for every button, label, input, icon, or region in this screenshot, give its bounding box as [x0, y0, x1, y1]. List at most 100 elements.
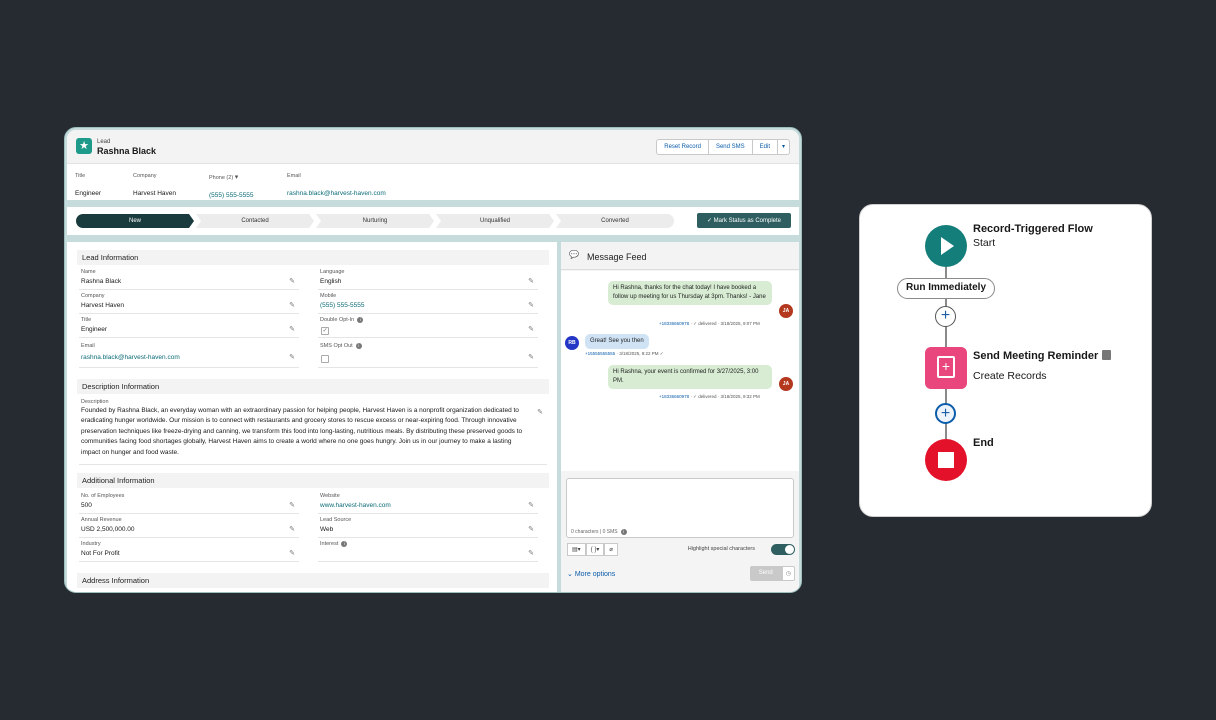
trigger-subtitle: Start — [973, 237, 996, 249]
record-header: ★ Lead Rashna Black Reset Record Send SM… — [67, 130, 799, 200]
description-icon[interactable] — [1102, 350, 1112, 360]
character-counter: 0 characters | 0 SMS i — [571, 529, 627, 535]
header-actions: Reset Record Send SMS Edit ▾ — [656, 139, 790, 155]
message-list[interactable]: Hi Rashna, thanks for the chat today! I … — [561, 271, 799, 471]
message-meta: +18336660978 · ✓ delivered · 3/18/2025, … — [659, 394, 760, 400]
field-lead-source: Lead Source Web ✎ — [318, 516, 538, 538]
field-value: USD 2,500,000.00 — [81, 526, 135, 533]
pencil-icon[interactable]: ✎ — [289, 353, 295, 361]
start-play-icon[interactable] — [925, 225, 967, 267]
section-lead-information[interactable]: Lead Information — [77, 250, 549, 265]
pencil-icon[interactable]: ✎ — [289, 525, 295, 533]
schedule-clock-icon[interactable]: ◷ — [781, 566, 795, 581]
pencil-icon[interactable]: ✎ — [528, 353, 534, 361]
add-element-icon[interactable]: + — [935, 306, 956, 327]
pencil-icon[interactable]: ✎ — [289, 277, 295, 285]
pencil-icon[interactable]: ✎ — [528, 549, 534, 557]
field-mobile: Mobile (555) 555-5555 ✎ — [318, 292, 538, 314]
path-step-converted[interactable]: Converted — [556, 214, 674, 228]
merge-field-glyph: { } — [590, 547, 597, 553]
field-value: Rashna Black — [81, 278, 122, 285]
mobile-link[interactable]: (555) 555-5555 — [320, 302, 364, 309]
message-bubble-incoming: Great! See you then — [585, 334, 649, 349]
field-label: Double Opt-In — [320, 317, 355, 323]
trigger-title: Record-Triggered Flow — [973, 223, 1093, 235]
status-path: New Contacted Nurturing Unqualified Conv… — [67, 207, 799, 235]
email-link[interactable]: rashna.black@harvest-haven.com — [287, 190, 386, 197]
end-stop-icon[interactable] — [925, 439, 967, 481]
sms-opt-out-checkbox[interactable] — [321, 355, 329, 363]
action-subtitle: Create Records — [973, 370, 1047, 382]
check-icon: ✓ — [706, 218, 712, 224]
pencil-icon[interactable]: ✎ — [528, 277, 534, 285]
flow-builder-card: Record-Triggered Flow Start Run Immediat… — [859, 204, 1152, 517]
send-button[interactable]: Send — [749, 566, 782, 581]
message-compose-input[interactable]: 0 characters | 0 SMS i — [566, 478, 794, 538]
path-step-unqualified[interactable]: Unqualified — [436, 214, 554, 228]
info-icon[interactable]: i — [620, 529, 627, 535]
send-sms-button[interactable]: Send SMS — [709, 140, 753, 154]
pencil-icon[interactable]: ✎ — [289, 301, 295, 309]
highlight-toggle[interactable] — [771, 544, 795, 555]
mark-complete-button[interactable]: ✓ Mark Status as Complete — [696, 213, 791, 228]
path-step-contacted[interactable]: Contacted — [196, 214, 314, 228]
field-label: Lead Source — [320, 517, 352, 523]
website-link[interactable]: www.harvest-haven.com — [320, 502, 391, 509]
email-link[interactable]: rashna.black@harvest-haven.com — [81, 354, 180, 361]
field-label: Title — [75, 173, 86, 179]
header-top: ★ Lead Rashna Black Reset Record Send SM… — [67, 130, 799, 164]
section-description-information[interactable]: Description Information — [77, 379, 549, 394]
template-icon[interactable]: ▤▾ — [567, 543, 586, 556]
message-feed-panel: 💬 Message Feed Hi Rashna, thanks for the… — [561, 242, 799, 592]
field-language: Language English ✎ — [318, 268, 538, 290]
field-sms-opt-out: SMS Opt Out i ✎ — [318, 342, 538, 368]
pencil-icon[interactable]: ✎ — [289, 325, 295, 333]
merge-field-icon[interactable]: { }▾ — [585, 543, 605, 556]
more-actions-chevron-icon[interactable]: ▾ — [778, 140, 789, 154]
attachment-icon[interactable]: ⌀ — [604, 543, 619, 556]
section-address-information[interactable]: Address Information — [77, 573, 549, 588]
highlight-email: Email rashna.black@harvest-haven.com — [287, 173, 386, 200]
sender-number: +15555555555 — [585, 351, 616, 356]
more-options-link[interactable]: ⌄ More options — [567, 570, 615, 578]
section-additional-information[interactable]: Additional Information — [77, 473, 549, 488]
pencil-icon[interactable]: ✎ — [528, 501, 534, 509]
field-description: Description Founded by Rashna Black, an … — [79, 399, 547, 465]
feed-header: 💬 Message Feed — [561, 242, 799, 270]
add-element-icon[interactable]: + — [935, 403, 956, 424]
pencil-icon[interactable]: ✎ — [528, 525, 534, 533]
message-time: 3/18/2025, 9:07 PM — [720, 321, 760, 326]
compose-toolbar: ▤▾ { }▾ ⌀ — [567, 543, 619, 556]
action-title-text: Send Meeting Reminder — [973, 350, 1099, 362]
message-time-meta: · ✓ delivered · 3/18/2025, 9:07 PM — [690, 321, 760, 326]
field-label-wrap: Interest i — [320, 541, 348, 547]
double-opt-in-checkbox[interactable]: ✓ — [321, 327, 329, 335]
field-value: 500 — [81, 502, 92, 509]
message-meta: +18336660978 · ✓ delivered · 3/18/2025, … — [659, 321, 760, 327]
create-records-icon[interactable]: + — [925, 347, 967, 389]
field-value: Web — [320, 526, 334, 533]
edit-button[interactable]: Edit — [753, 140, 778, 154]
pencil-icon[interactable]: ✎ — [537, 408, 543, 416]
info-icon[interactable]: i — [355, 343, 362, 349]
path-step-new[interactable]: New — [76, 214, 194, 228]
pencil-icon[interactable]: ✎ — [528, 301, 534, 309]
message-time: 3/18/2025, 9:22 PM — [619, 351, 659, 356]
avatar: RB — [565, 336, 579, 350]
pencil-icon[interactable]: ✎ — [289, 549, 295, 557]
field-label: Email — [81, 343, 95, 349]
info-icon[interactable]: i — [341, 541, 348, 547]
chat-bubble-icon: 💬 — [569, 250, 579, 259]
field-email: Email rashna.black@harvest-haven.com ✎ — [79, 342, 299, 368]
phone-dropdown[interactable]: Phone (2) ▾ — [209, 173, 253, 181]
field-label: Email — [287, 173, 301, 179]
pencil-icon[interactable]: ✎ — [528, 325, 534, 333]
info-icon[interactable]: i — [357, 317, 364, 323]
action-title: Send Meeting Reminder — [973, 350, 1112, 362]
run-immediately-path[interactable]: Run Immediately — [897, 278, 995, 299]
delivery-status: delivered — [698, 394, 717, 399]
phone-link[interactable]: (555) 555-5555 — [209, 192, 253, 199]
reset-record-button[interactable]: Reset Record — [657, 140, 709, 154]
path-step-nurturing[interactable]: Nurturing — [316, 214, 434, 228]
pencil-icon[interactable]: ✎ — [289, 501, 295, 509]
